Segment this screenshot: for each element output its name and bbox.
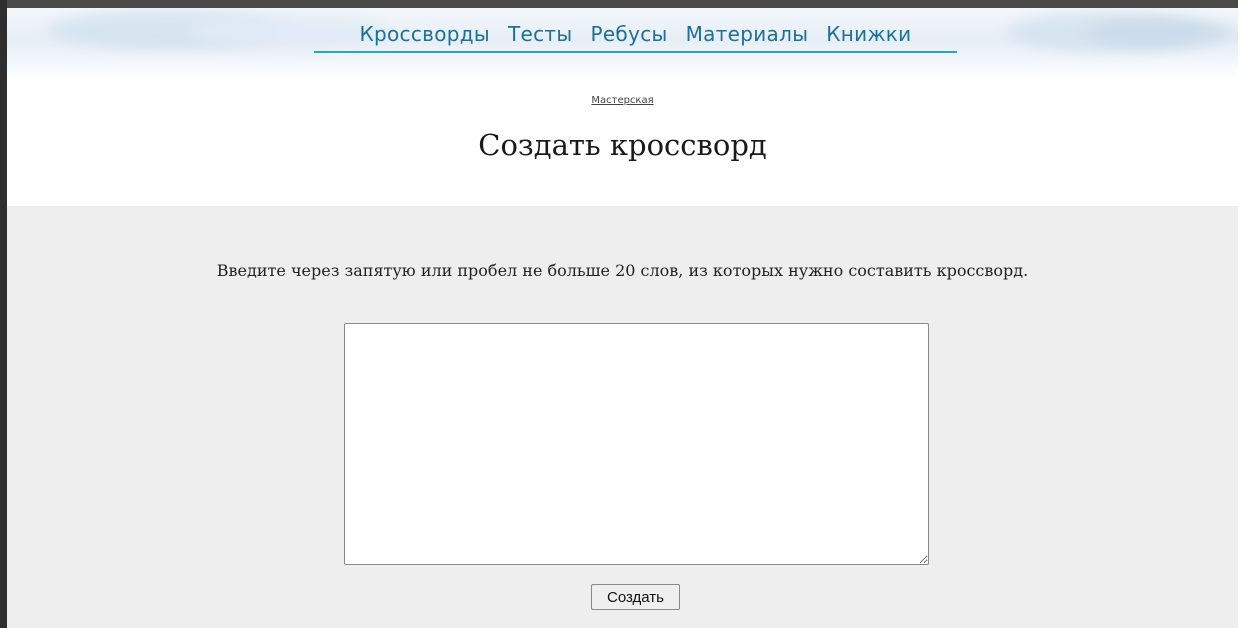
nav-link-books[interactable]: Книжки xyxy=(826,22,911,46)
nav-link-rebuses[interactable]: Ребусы xyxy=(590,22,667,46)
nav-link-tests[interactable]: Тесты xyxy=(508,22,572,46)
breadcrumb-link-workshop[interactable]: Мастерская xyxy=(591,95,653,106)
nav-link-crosswords[interactable]: Кроссворды xyxy=(360,22,490,46)
nav-link-materials[interactable]: Материалы xyxy=(686,22,809,46)
form-instruction: Введите через запятую или пробел не боль… xyxy=(216,261,1029,280)
breadcrumb: Мастерская xyxy=(0,95,1245,106)
window-top-border xyxy=(0,0,1245,8)
site-header: Кроссворды Тесты Ребусы Материалы Книжки xyxy=(7,8,1238,80)
words-textarea[interactable] xyxy=(344,323,929,565)
create-button[interactable]: Создать xyxy=(591,584,680,610)
main-nav: Кроссворды Тесты Ребусы Материалы Книжки xyxy=(314,16,957,53)
crossword-form-section: Введите через запятую или пробел не боль… xyxy=(7,206,1238,628)
page-title: Создать кроссворд xyxy=(478,128,767,162)
header-cloud-decoration xyxy=(1087,18,1237,48)
